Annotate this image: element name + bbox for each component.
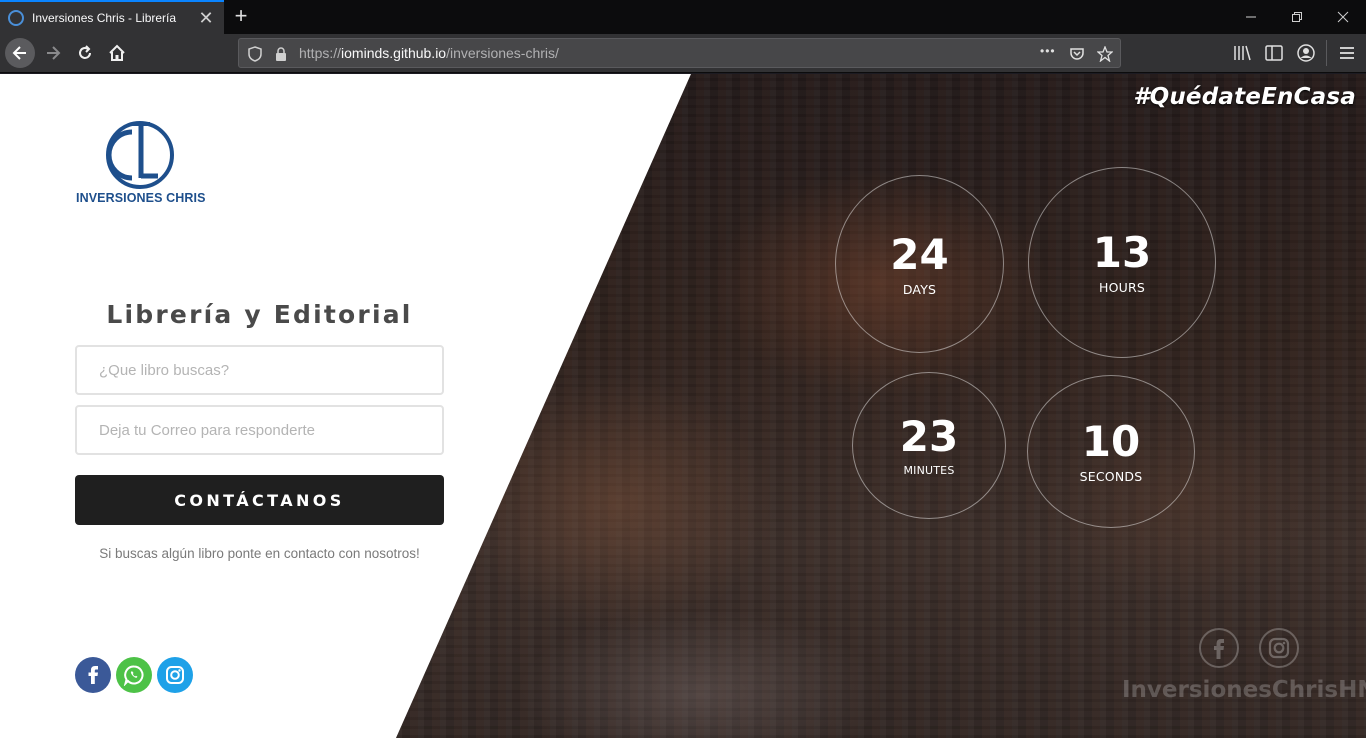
shield-icon[interactable] [247,46,263,62]
back-button[interactable] [5,38,35,68]
url-path: /inversiones-chris/ [446,45,559,61]
forward-button[interactable] [38,38,68,68]
logo-text: INVERSIONES CHRIS [76,191,206,205]
seconds-label: SECONDS [1079,469,1143,484]
tab-title: Inversiones Chris - Librería [32,11,177,25]
browser-toolbar: https://iominds.github.io/inversiones-ch… [0,34,1366,73]
new-tab-button[interactable]: + [228,4,254,30]
minutes-value: 23 [899,412,959,461]
hashtag-title: #QuédateEnCasa [1133,84,1356,110]
reload-icon [79,45,91,59]
url-text[interactable]: https://iominds.github.io/inversiones-ch… [299,45,559,61]
hamburger-menu-icon[interactable] [1337,43,1357,63]
page: #QuédateEnCasa 24 DAYS 13 HOURS 23 MINUT… [0,74,1366,738]
arrow-right-icon [47,46,61,60]
countdown-days: 24 DAYS [835,175,1004,353]
lock-icon[interactable] [273,46,289,62]
hero-facebook-link[interactable] [1199,628,1239,668]
url-prefix: https:// [299,45,342,61]
home-icon [109,44,125,61]
sidebar-icon[interactable] [1264,43,1284,63]
instagram-link[interactable] [157,657,193,693]
instagram-icon [1268,637,1290,659]
minimize-window-button[interactable] [1228,0,1274,34]
minutes-label: MINUTES [903,464,955,477]
page-actions-menu-button[interactable]: ••• [1040,44,1056,58]
countdown-seconds: 10 SECONDS [1027,375,1195,528]
url-host: iominds.github.io [341,45,447,61]
countdown-minutes: 23 MINUTES [852,372,1006,519]
days-value: 24 [890,229,949,279]
seconds-value: 10 [1081,417,1141,466]
browser-tab-bar: Inversiones Chris - Librería ✕ + [0,0,1366,34]
email-field [75,405,444,455]
close-window-button[interactable] [1320,0,1366,34]
tab-close-icon[interactable]: ✕ [194,8,218,28]
hours-value: 13 [1092,228,1152,277]
whatsapp-icon [123,665,144,686]
book-search-input[interactable] [77,347,442,393]
whatsapp-link[interactable] [116,657,152,693]
restore-window-button[interactable] [1274,0,1320,34]
pocket-icon[interactable] [1069,46,1085,62]
facebook-icon [88,666,98,684]
arrow-left-icon [12,46,26,60]
brand-watermark: InversionesChrisHN [1122,677,1366,703]
days-label: DAYS [902,281,937,297]
page-headline: Librería y Editorial [106,300,413,329]
contact-button[interactable]: CONTÁCTANOS [75,475,444,525]
minimize-icon [1246,16,1256,18]
bookmark-star-icon[interactable] [1097,46,1113,62]
email-input[interactable] [77,407,442,453]
library-icon[interactable] [1232,43,1252,63]
close-icon [1337,11,1349,23]
facebook-icon [1214,639,1224,659]
home-button[interactable] [102,38,132,68]
helper-text: Si buscas algún libro ponte en contacto … [99,546,420,561]
instagram-icon [166,666,184,684]
browser-tab[interactable]: Inversiones Chris - Librería ✕ [0,0,224,34]
hours-label: HOURS [1098,280,1145,295]
url-bar[interactable]: https://iominds.github.io/inversiones-ch… [238,38,1121,68]
book-search-field [75,345,444,395]
hero-instagram-link[interactable] [1259,628,1299,668]
toolbar-divider [1326,40,1327,66]
restore-icon [1292,12,1302,22]
countdown-hours: 13 HOURS [1028,167,1216,358]
reload-button[interactable] [70,38,100,68]
site-favicon-icon [8,10,24,26]
account-icon[interactable] [1296,43,1316,63]
facebook-link[interactable] [75,657,111,693]
